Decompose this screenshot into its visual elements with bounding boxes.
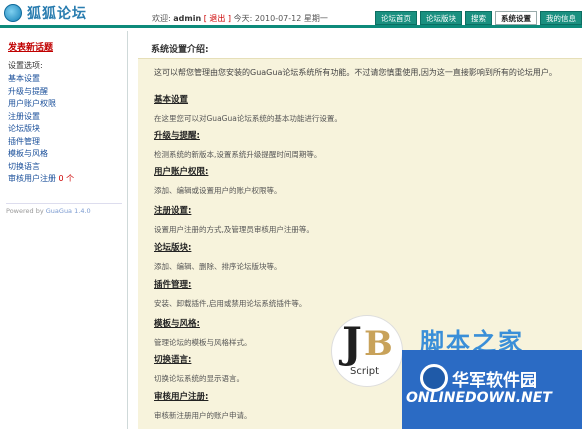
section-desc: 检测系统的新版本,设置系统升级提醒时间周期等。: [154, 150, 322, 159]
settings-nav-list: 基本设置 升级与提醒 用户账户权限 注册设置 论坛版块 插件管理 模板与风格 切…: [8, 73, 74, 186]
username-link[interactable]: admin: [173, 14, 201, 23]
tab-system-settings[interactable]: 系统设置: [495, 11, 537, 25]
section-upgrade-reminder: 升级与提醒: 检测系统的新版本,设置系统升级提醒时间周期等。: [154, 129, 321, 160]
section-basic-settings: 基本设置 在这里您可以对GuaGua论坛系统的基本功能进行设置。: [154, 93, 342, 124]
sidebar-item-user-permissions[interactable]: 用户账户权限: [8, 98, 74, 111]
section-plugins: 插件管理: 安装、卸载插件,启用或禁用论坛系统插件等。: [154, 278, 306, 309]
date-prefix: 今天:: [233, 14, 253, 23]
main-title-bar: 系统设置介绍:: [138, 31, 582, 59]
watermark-b-glyph: B: [364, 324, 393, 364]
current-date: 2010-07-12 星期一: [254, 14, 328, 23]
section-desc: 安装、卸载插件,启用或禁用论坛系统插件等。: [154, 299, 307, 308]
logo-text: 狐狐论坛: [27, 6, 87, 22]
review-registrations-label: 审核用户注册: [8, 174, 56, 183]
section-title[interactable]: 基本设置: [154, 93, 342, 105]
user-prefix: 欢迎:: [152, 14, 171, 23]
section-title[interactable]: 模板与风格:: [154, 317, 252, 329]
powered-by: Powered by GuaGua 1.4.0: [6, 207, 91, 215]
section-title[interactable]: 论坛版块:: [154, 241, 282, 253]
main-nav-tabs: 论坛首页 论坛版块 搜索 系统设置 我的信息: [375, 11, 582, 25]
powered-prefix: Powered by: [6, 207, 44, 215]
section-desc: 审核新注册用户的账户申请。: [154, 411, 252, 420]
section-desc: 添加、编辑、删除、排序论坛版块等。: [154, 262, 282, 271]
page-title: 系统设置介绍:: [151, 45, 209, 55]
forum-logo[interactable]: 狐狐论坛: [4, 3, 87, 23]
jb51-watermark-logo: J B Script: [332, 316, 402, 388]
sidebar-item-registration[interactable]: 注册设置: [8, 111, 74, 124]
section-review-registrations: 审核用户注册: 审核新注册用户的账户申请。: [154, 390, 252, 421]
logo-icon: [4, 4, 22, 22]
onlinedown-watermark: 华军软件园 ONLINEDOWN.NET: [402, 350, 582, 429]
sidebar-item-upgrade-reminder[interactable]: 升级与提醒: [8, 86, 74, 99]
sidebar: 发表新话题 设置选项: 基本设置 升级与提醒 用户账户权限 注册设置 论坛版块 …: [0, 31, 128, 429]
sidebar-item-language[interactable]: 切换语言: [8, 161, 74, 174]
watermark-site-url: ONLINEDOWN.NET: [406, 390, 552, 406]
globe-icon: [420, 364, 448, 392]
section-title[interactable]: 插件管理:: [154, 278, 306, 290]
watermark-j-glyph: J: [342, 318, 362, 367]
sidebar-item-review-registrations[interactable]: 审核用户注册 0 个: [8, 173, 74, 186]
powered-link[interactable]: GuaGua 1.4.0: [46, 207, 91, 215]
section-desc: 设置用户注册的方式,及管理员审核用户注册等。: [154, 225, 314, 234]
watermark-script-text: Script: [350, 366, 380, 377]
section-user-permissions: 用户账户权限: 添加、编辑或设置用户的账户权限等。: [154, 165, 282, 196]
tab-search[interactable]: 搜索: [465, 11, 492, 25]
section-forum-boards: 论坛版块: 添加、编辑、删除、排序论坛版块等。: [154, 241, 282, 272]
tab-forum-boards[interactable]: 论坛版块: [420, 11, 462, 25]
section-templates: 模板与风格: 管理论坛的模板与风格样式。: [154, 317, 252, 348]
section-desc: 添加、编辑或设置用户的账户权限等。: [154, 186, 282, 195]
section-title[interactable]: 审核用户注册:: [154, 390, 252, 402]
sidebar-divider: [6, 203, 122, 204]
section-desc: 管理论坛的模板与风格样式。: [154, 338, 252, 347]
pending-count-badge: 0 个: [58, 174, 75, 183]
section-title[interactable]: 注册设置:: [154, 204, 314, 216]
intro-text: 这可以帮您管理由您安装的GuaGua论坛系统所有功能。不过请您慎重使用,因为这一…: [154, 68, 557, 77]
top-header: 狐狐论坛 欢迎: admin [ 退出 ] 今天: 2010-07-12 星期一…: [0, 0, 582, 28]
page: 狐狐论坛 欢迎: admin [ 退出 ] 今天: 2010-07-12 星期一…: [0, 0, 582, 429]
sidebar-item-templates[interactable]: 模板与风格: [8, 148, 74, 161]
new-topic-link[interactable]: 发表新话题: [8, 40, 53, 53]
settings-options-heading: 设置选项:: [8, 61, 43, 70]
sidebar-item-basic-settings[interactable]: 基本设置: [8, 73, 74, 86]
section-title[interactable]: 切换语言:: [154, 353, 244, 365]
sidebar-item-plugins[interactable]: 插件管理: [8, 136, 74, 149]
watermark-site-name-2: 华军软件园: [452, 371, 537, 391]
logout-link[interactable]: [ 退出 ]: [204, 14, 231, 23]
tab-forum-home[interactable]: 论坛首页: [375, 11, 417, 25]
tab-my-info[interactable]: 我的信息: [540, 11, 582, 25]
section-title[interactable]: 用户账户权限:: [154, 165, 282, 177]
section-desc: 切换论坛系统的显示语言。: [154, 374, 244, 383]
section-language: 切换语言: 切换论坛系统的显示语言。: [154, 353, 244, 384]
section-registration: 注册设置: 设置用户注册的方式,及管理员审核用户注册等。: [154, 204, 314, 235]
user-info: 欢迎: admin [ 退出 ] 今天: 2010-07-12 星期一: [152, 13, 328, 24]
sidebar-item-forum-boards[interactable]: 论坛版块: [8, 123, 74, 136]
section-desc: 在这里您可以对GuaGua论坛系统的基本功能进行设置。: [154, 114, 342, 123]
section-title[interactable]: 升级与提醒:: [154, 129, 321, 141]
